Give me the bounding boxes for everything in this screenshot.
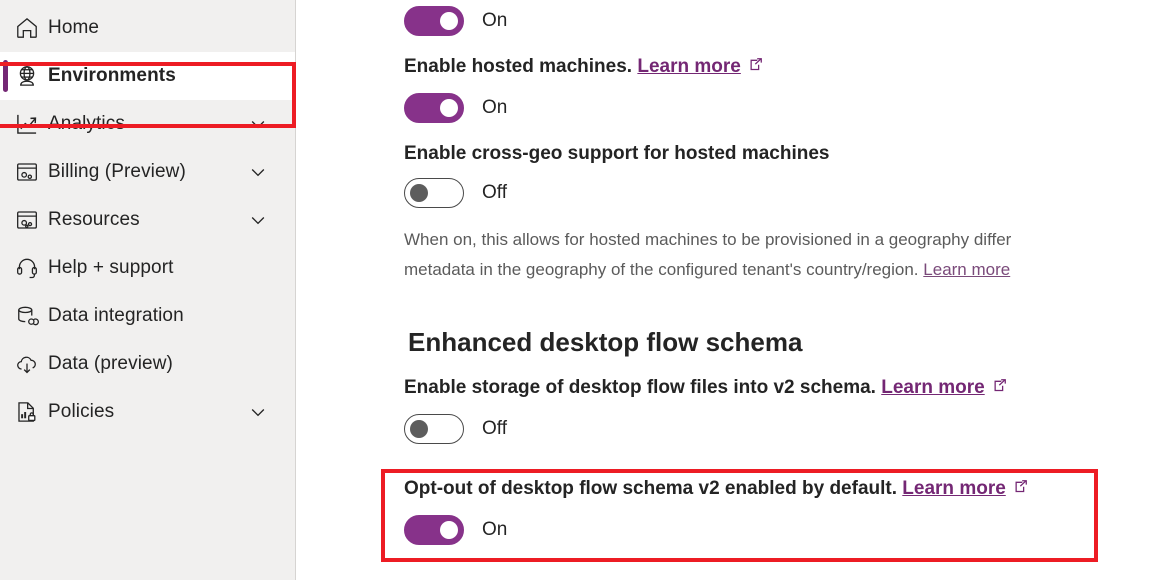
- sidebar-item-label: Data integration: [48, 305, 184, 326]
- left-navigation-sidebar: Home Environments Analytics Billing (Pre…: [0, 0, 296, 580]
- sidebar-item-environments[interactable]: Environments: [0, 52, 295, 100]
- sidebar-item-billing[interactable]: Billing (Preview): [0, 148, 295, 196]
- chevron-down-icon[interactable]: [247, 114, 269, 134]
- setting-row-enable-storage-v2: Off: [404, 413, 1158, 445]
- data-cloud-icon: [14, 351, 48, 377]
- setting-text: Enable hosted machines.: [404, 56, 633, 77]
- analytics-icon: [14, 111, 48, 137]
- sidebar-item-analytics[interactable]: Analytics: [0, 100, 295, 148]
- toggle-state-label: On: [482, 97, 508, 118]
- toggle-enable-hosted-machines[interactable]: [404, 93, 464, 123]
- external-link-icon[interactable]: [1013, 477, 1030, 505]
- sidebar-item-label: Help + support: [48, 257, 174, 278]
- sidebar-item-label: Home: [48, 17, 100, 38]
- chevron-down-icon[interactable]: [247, 210, 269, 230]
- settings-content-pane: On Enable hosted machines. Learn more On…: [296, 0, 1158, 580]
- external-link-icon[interactable]: [992, 376, 1009, 404]
- toggle-state-label: On: [482, 519, 508, 540]
- section-heading-enhanced-desktop-flow-schema: Enhanced desktop flow schema: [408, 327, 803, 357]
- description-line-1: When on, this allows for hosted machines…: [404, 230, 1012, 249]
- toggle-clipped-top-setting[interactable]: [404, 6, 464, 36]
- toggle-knob: [440, 521, 458, 539]
- sidebar-item-label: Resources: [48, 209, 140, 230]
- sidebar-item-label: Analytics: [48, 113, 125, 134]
- toggle-knob: [410, 184, 428, 202]
- toggle-state-label: Off: [482, 182, 507, 203]
- billing-icon: [14, 159, 48, 185]
- setting-text: Opt-out of desktop flow schema v2 enable…: [404, 478, 898, 499]
- learn-more-link[interactable]: Learn more: [637, 56, 740, 77]
- description-line-2: metadata in the geography of the configu…: [404, 260, 919, 279]
- globe-icon: [14, 63, 48, 89]
- sidebar-item-data-integration[interactable]: Data integration: [0, 292, 295, 340]
- toggle-state-label: Off: [482, 418, 507, 439]
- setting-row-enable-cross-geo: Off: [404, 177, 1158, 209]
- chevron-down-icon[interactable]: [247, 162, 269, 182]
- sidebar-item-label: Data (preview): [48, 353, 173, 374]
- sidebar-item-data-preview[interactable]: Data (preview): [0, 340, 295, 388]
- toggle-knob: [410, 420, 428, 438]
- setting-row-clipped-top: On: [404, 5, 1158, 37]
- external-link-icon[interactable]: [748, 55, 765, 83]
- setting-label-enable-cross-geo: Enable cross-geo support for hosted mach…: [404, 143, 830, 164]
- learn-more-link[interactable]: Learn more: [902, 478, 1005, 499]
- policies-icon: [14, 399, 48, 425]
- setting-row-opt-out-schema-v2: On: [404, 514, 1158, 546]
- sidebar-item-resources[interactable]: Resources: [0, 196, 295, 244]
- power-platform-admin-center: Home Environments Analytics Billing (Pre…: [0, 0, 1158, 580]
- sidebar-item-home[interactable]: Home: [0, 4, 295, 52]
- toggle-opt-out-schema-v2[interactable]: [404, 515, 464, 545]
- cross-geo-description: When on, this allows for hosted machines…: [404, 225, 1158, 285]
- home-icon: [14, 15, 48, 41]
- setting-label-enable-storage-v2: Enable storage of desktop flow files int…: [404, 374, 1158, 404]
- toggle-enable-storage-v2[interactable]: [404, 414, 464, 444]
- sidebar-item-label: Policies: [48, 401, 115, 422]
- sidebar-item-label: Billing (Preview): [48, 161, 186, 182]
- learn-more-link[interactable]: Learn more: [881, 377, 984, 398]
- learn-more-link[interactable]: Learn more: [923, 260, 1010, 279]
- toggle-enable-cross-geo[interactable]: [404, 178, 464, 208]
- setting-row-enable-hosted-machines: On: [404, 92, 1158, 124]
- toggle-knob: [440, 12, 458, 30]
- setting-label-enable-hosted-machines: Enable hosted machines. Learn more: [404, 53, 1158, 83]
- setting-text: Enable storage of desktop flow files int…: [404, 377, 876, 398]
- resources-icon: [14, 207, 48, 233]
- sidebar-item-help-support[interactable]: Help + support: [0, 244, 295, 292]
- toggle-knob: [440, 99, 458, 117]
- setting-label-opt-out-schema-v2: Opt-out of desktop flow schema v2 enable…: [404, 475, 1158, 505]
- chevron-down-icon[interactable]: [247, 402, 269, 422]
- headset-icon: [14, 255, 48, 281]
- toggle-state-label: On: [482, 10, 508, 31]
- sidebar-item-label: Environments: [48, 65, 176, 86]
- data-integration-icon: [14, 303, 48, 329]
- sidebar-item-policies[interactable]: Policies: [0, 388, 295, 436]
